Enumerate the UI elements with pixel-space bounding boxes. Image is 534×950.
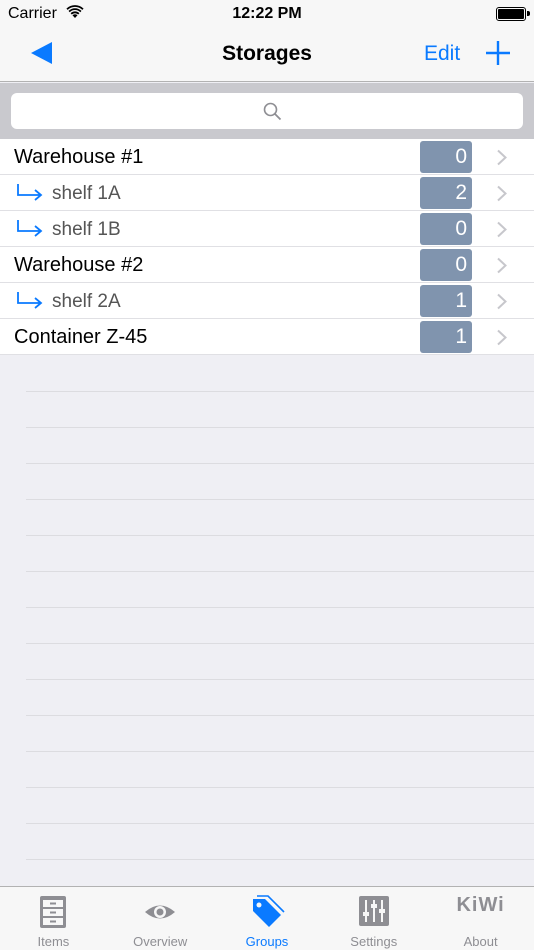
- empty-table-area: [0, 356, 534, 886]
- storage-row[interactable]: shelf 2A 1: [0, 283, 534, 319]
- add-icon[interactable]: [484, 39, 512, 67]
- storage-row[interactable]: Warehouse #2 0: [0, 247, 534, 283]
- battery-icon: [496, 7, 530, 21]
- tab-label: Settings: [350, 934, 398, 949]
- storage-name: Container Z-45: [14, 326, 148, 348]
- item-count-badge: 1: [420, 285, 472, 317]
- tag-icon: [252, 895, 285, 927]
- storage-name: Warehouse #2: [14, 254, 144, 276]
- tab-groups[interactable]: Groups: [214, 887, 321, 950]
- edit-button[interactable]: Edit: [424, 42, 460, 66]
- chevron-right-icon: [497, 185, 507, 202]
- sliders-icon: [358, 896, 389, 926]
- status-bar: Carrier 12:22 PM: [0, 0, 534, 28]
- chevron-right-icon: [497, 257, 507, 274]
- tab-label: Overview: [133, 934, 188, 949]
- tab-bar: Items Overview Groups Settings KiWi Abou…: [0, 886, 534, 950]
- tab-overview[interactable]: Overview: [107, 887, 214, 950]
- sub-storage-arrow-icon: [17, 292, 43, 309]
- tab-label: Groups: [245, 934, 289, 949]
- sub-storage-arrow-icon: [17, 184, 43, 201]
- search-input[interactable]: [11, 93, 523, 129]
- storage-name: Warehouse #1: [14, 146, 144, 168]
- storage-name: shelf 1A: [52, 183, 121, 204]
- storage-row[interactable]: Container Z-45 1: [0, 319, 534, 355]
- tab-label: Items: [37, 934, 70, 949]
- cabinet-icon: [40, 896, 67, 928]
- search-bar: [0, 83, 534, 139]
- item-count-badge: 0: [420, 213, 472, 245]
- chevron-right-icon: [497, 221, 507, 238]
- eye-icon: [145, 905, 176, 919]
- tab-items[interactable]: Items: [0, 887, 107, 950]
- navigation-bar: Storages Edit: [0, 28, 534, 82]
- storage-row[interactable]: Warehouse #1 0: [0, 139, 534, 175]
- back-arrow-icon[interactable]: [28, 40, 56, 66]
- tab-about[interactable]: KiWi About: [427, 887, 534, 950]
- item-count-badge: 1: [420, 321, 472, 353]
- storage-row[interactable]: shelf 1B 0: [0, 211, 534, 247]
- tab-label: About: [463, 934, 498, 949]
- storage-name: shelf 2A: [52, 291, 121, 312]
- storage-name: shelf 1B: [52, 219, 121, 240]
- tab-settings[interactable]: Settings: [320, 887, 427, 950]
- chevron-right-icon: [497, 149, 507, 166]
- item-count-badge: 0: [420, 249, 472, 281]
- clock: 12:22 PM: [232, 5, 302, 22]
- kiwi-logo: KiWi: [456, 894, 505, 916]
- sub-storage-arrow-icon: [17, 220, 43, 237]
- chevron-right-icon: [497, 329, 507, 346]
- chevron-right-icon: [497, 293, 507, 310]
- storage-row[interactable]: shelf 1A 2: [0, 175, 534, 211]
- item-count-badge: 2: [420, 177, 472, 209]
- search-field-container: [11, 93, 523, 129]
- item-count-badge: 0: [420, 141, 472, 173]
- storage-list: Warehouse #1 0 shelf 1A 2 shelf 1B 0 War…: [0, 139, 534, 355]
